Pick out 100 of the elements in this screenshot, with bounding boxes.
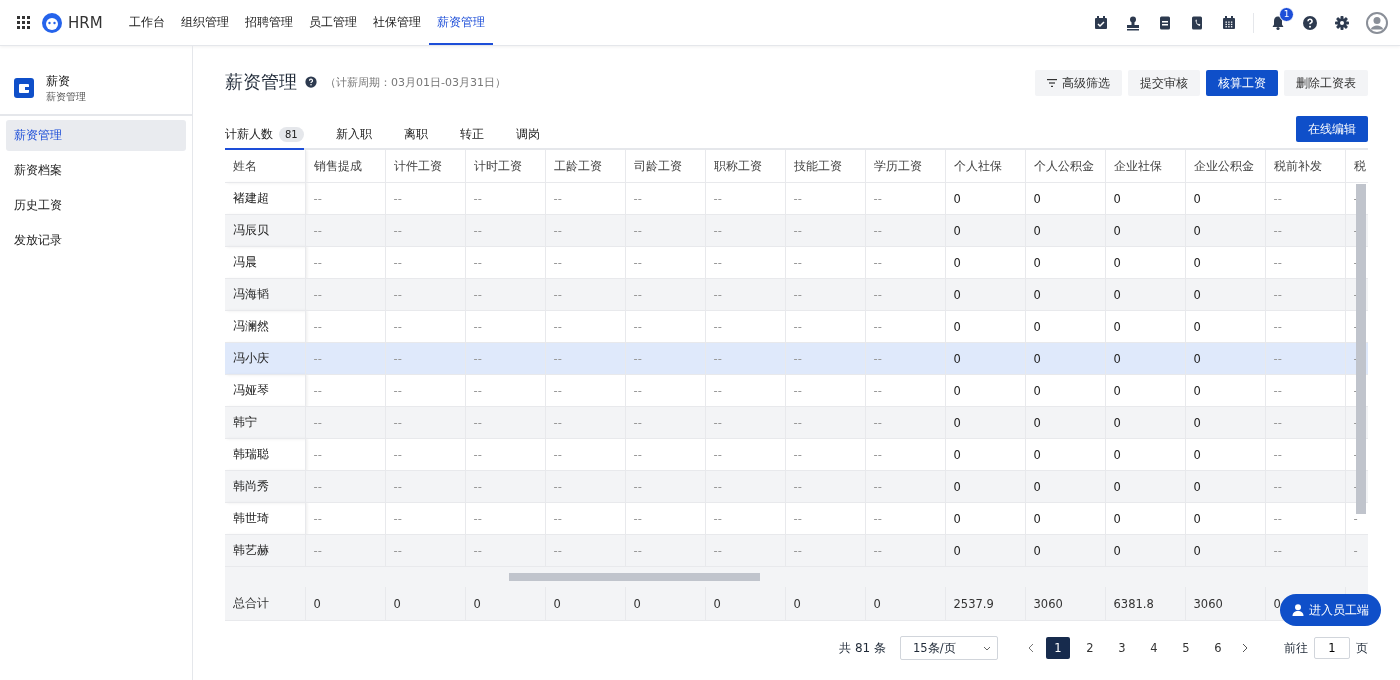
table-cell: 0 — [945, 534, 1025, 567]
table-cell: -- — [305, 406, 385, 439]
help-icon[interactable] — [305, 76, 317, 88]
table-cell: 0 — [945, 246, 1025, 279]
sidebar-item[interactable]: 薪资档案 — [6, 155, 186, 186]
table-cell: 0 — [945, 502, 1025, 535]
employee-portal-button[interactable]: 进入员工端 — [1280, 594, 1381, 626]
table-cell: 0 — [945, 438, 1025, 471]
name-cell: 韩世琦 — [225, 502, 305, 535]
tab[interactable]: 计薪人数 81 — [225, 120, 304, 150]
name-cell: 韩尚秀 — [225, 470, 305, 503]
calendar-icon[interactable] — [1221, 14, 1237, 31]
table-cell: -- — [385, 502, 465, 535]
phone-book-icon[interactable] — [1189, 14, 1205, 31]
table-cell: 0 — [1105, 470, 1185, 503]
table-cell: -- — [305, 246, 385, 279]
nav-tab[interactable]: 社保管理 — [364, 2, 429, 45]
total-label: 总合计 — [225, 587, 305, 621]
next-page-icon[interactable] — [1242, 643, 1248, 653]
name-cell: 韩艺赫 — [225, 534, 305, 567]
table-cell: -- — [545, 310, 625, 343]
sidebar-item[interactable]: 历史工资 — [6, 190, 186, 221]
column-header: 姓名 — [225, 150, 305, 183]
edit-online-button[interactable]: 在线编辑 — [1296, 116, 1368, 142]
page-button[interactable]: 4 — [1142, 637, 1166, 659]
name-cell: 冯海韬 — [225, 278, 305, 311]
table-cell: 0 — [1105, 342, 1185, 375]
table-cell: 0 — [1025, 470, 1105, 503]
table-cell: -- — [625, 502, 705, 535]
total-cell: 0 — [465, 587, 545, 621]
action-button[interactable]: 提交审核 — [1128, 70, 1200, 96]
table-cell: -- — [305, 342, 385, 375]
table-cell: -- — [865, 278, 945, 311]
table-cell: -- — [385, 182, 465, 215]
table-cell: -- — [385, 214, 465, 247]
page-button[interactable]: 1 — [1046, 637, 1070, 659]
page-button[interactable]: 2 — [1078, 637, 1102, 659]
sidebar-item[interactable]: 薪资管理 — [6, 120, 186, 151]
nav-tab[interactable]: 招聘管理 — [236, 2, 301, 45]
person-icon — [1292, 604, 1304, 616]
column-header: 技能工资 — [785, 150, 865, 183]
total-cell: 0 — [785, 587, 865, 621]
sidebar-item[interactable]: 发放记录 — [6, 225, 186, 256]
module-title: 薪资 — [46, 72, 71, 90]
table-cell: -- — [385, 342, 465, 375]
table-cell: -- — [465, 310, 545, 343]
column-header: 企业社保 — [1105, 150, 1185, 183]
table-cell: -- — [1265, 278, 1345, 311]
scrollbar-thumb[interactable] — [1356, 184, 1366, 514]
table-cell: 0 — [1185, 278, 1265, 311]
scrollbar-thumb[interactable] — [509, 573, 760, 581]
help-icon[interactable] — [1302, 14, 1318, 31]
nav-tab[interactable]: 薪资管理 — [428, 2, 493, 45]
table-cell: -- — [705, 438, 785, 471]
page-size-select[interactable]: 15条/页 — [900, 636, 998, 660]
table-cell: 0 — [1185, 374, 1265, 407]
nav-tab[interactable]: 组织管理 — [172, 2, 237, 45]
document-icon[interactable] — [1157, 14, 1173, 31]
tab[interactable]: 离职 — [403, 120, 428, 150]
table-cell: -- — [865, 438, 945, 471]
nav-tab[interactable]: 工作台 — [120, 2, 173, 45]
column-header: 企业公积金 — [1185, 150, 1265, 183]
calculate-button[interactable]: 核算工资 — [1206, 70, 1278, 96]
page-button[interactable]: 5 — [1174, 637, 1198, 659]
filter-button[interactable]: 高级筛选 — [1035, 70, 1122, 96]
action-button[interactable]: 删除工资表 — [1284, 70, 1368, 96]
calendar-check-icon[interactable] — [1093, 14, 1109, 31]
column-header: 销售提成 — [305, 150, 385, 183]
bell-icon[interactable] — [1270, 14, 1286, 31]
table-cell: 0 — [1185, 502, 1265, 535]
page-input[interactable]: 1 — [1314, 637, 1350, 659]
avatar-icon[interactable] — [1366, 11, 1388, 34]
total-cell: 2537.9 — [945, 587, 1025, 621]
table-cell: -- — [1265, 342, 1345, 375]
table-cell: -- — [705, 310, 785, 343]
tab[interactable]: 新入职 — [335, 120, 372, 150]
table-cell: -- — [545, 470, 625, 503]
table-cell: -- — [785, 182, 865, 215]
table-cell: -- — [545, 182, 625, 215]
table-cell: -- — [305, 470, 385, 503]
table-cell: 0 — [1185, 438, 1265, 471]
apps-grid-icon[interactable] — [16, 14, 32, 31]
table-cell: -- — [465, 342, 545, 375]
settings-icon[interactable] — [1334, 14, 1350, 31]
prev-page-icon[interactable] — [1028, 643, 1034, 653]
stamp-icon[interactable] — [1125, 14, 1141, 31]
total-cell: 3060 — [1185, 587, 1265, 621]
table-cell: -- — [545, 502, 625, 535]
table-cell: -- — [545, 374, 625, 407]
page-button[interactable]: 6 — [1206, 637, 1230, 659]
table-cell: -- — [1265, 406, 1345, 439]
tab[interactable]: 转正 — [459, 120, 484, 150]
page-button[interactable]: 3 — [1110, 637, 1134, 659]
column-header: 计时工资 — [465, 150, 545, 183]
table-cell: -- — [865, 374, 945, 407]
column-header: 税前补发 — [1265, 150, 1345, 183]
table-cell: -- — [385, 438, 465, 471]
nav-tab[interactable]: 员工管理 — [300, 2, 365, 45]
tab[interactable]: 调岗 — [515, 120, 540, 150]
table-cell: -- — [865, 502, 945, 535]
